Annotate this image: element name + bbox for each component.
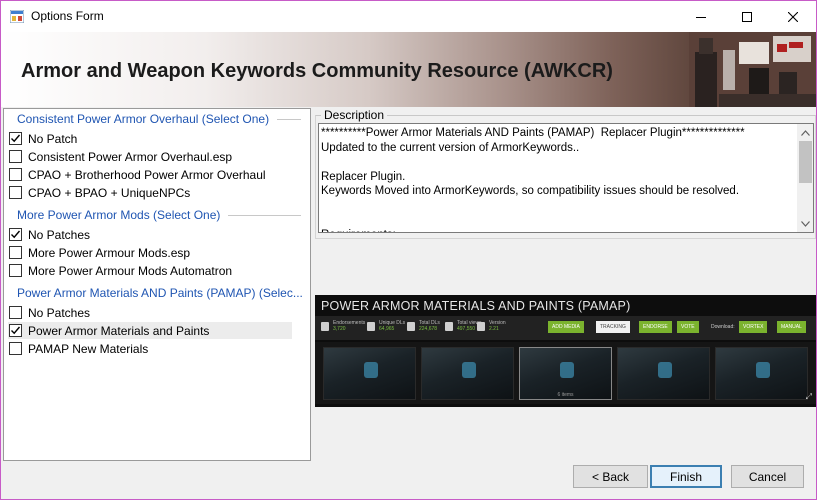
group-header-mpam: More Power Armor Mods (Select One): [17, 207, 301, 223]
checkbox[interactable]: [9, 306, 22, 319]
option-no-patch[interactable]: No Patch: [8, 130, 292, 147]
header-banner: Armor and Weapon Keywords Community Reso…: [1, 32, 816, 107]
option-label: No Patches: [28, 305, 91, 320]
maximize-icon: [742, 11, 752, 22]
stat-unique-dls: Unique DLs 64,965: [367, 320, 405, 332]
option-pamap-new-materials[interactable]: PAMAP New Materials: [8, 340, 292, 357]
back-button[interactable]: < Back: [573, 465, 648, 488]
download-icon: [407, 321, 415, 331]
description-textbox[interactable]: **********Power Armor Materials AND Pain…: [318, 123, 814, 233]
chevron-up-icon: [801, 129, 810, 136]
document-icon: [477, 321, 485, 331]
add-media-button: ADD MEDIA: [548, 321, 584, 333]
stat-value: 224,678: [419, 326, 438, 332]
group-header-label: More Power Armor Mods (Select One): [17, 208, 221, 222]
mod-preview-image: POWER ARMOR MATERIALS AND PAINTS (PAMAP)…: [315, 295, 816, 407]
scroll-up-button[interactable]: [797, 124, 813, 141]
option-label: No Patches: [28, 227, 91, 242]
eye-icon: [445, 321, 453, 331]
description-scrollbar[interactable]: [797, 124, 813, 232]
thumbnail-glow: [364, 362, 378, 378]
option-label: Power Armor Materials and Paints: [28, 323, 210, 338]
thumbnail-glow: [658, 362, 672, 378]
vote-button: VOTE: [677, 321, 699, 333]
group-divider: [277, 118, 301, 120]
manual-button: MANUAL: [777, 321, 806, 333]
download-icon: [367, 321, 375, 331]
trophy-icon: [321, 321, 329, 331]
thumbnail-glow: [560, 362, 574, 378]
banner-title: Armor and Weapon Keywords Community Reso…: [21, 60, 613, 82]
scroll-down-button[interactable]: [797, 215, 813, 232]
checkmark-icon: [11, 134, 21, 143]
checkmark-icon: [11, 326, 21, 335]
group-header-label: Power Armor Materials AND Paints (PAMAP)…: [17, 286, 303, 300]
description-text: **********Power Armor Materials AND Pain…: [321, 127, 745, 232]
preview-stats-bar: Endorsements 3,720 Unique DLs 64,965 Total…: [315, 316, 816, 340]
checkbox[interactable]: [9, 168, 22, 181]
checkbox[interactable]: [9, 264, 22, 277]
option-mpam-esp[interactable]: More Power Armour Mods.esp: [8, 244, 292, 261]
option-cpao-bpao-uniquenpcs[interactable]: CPAO + BPAO + UniqueNPCs: [8, 184, 292, 201]
checkbox[interactable]: [9, 150, 22, 163]
stat-endorsements: Endorsements 3,720: [321, 320, 365, 332]
stat-version: Version 2.21: [477, 320, 506, 332]
minimize-button[interactable]: [678, 1, 724, 32]
option-label: CPAO + BPAO + UniqueNPCs: [28, 185, 191, 200]
thumbnail-glow: [462, 362, 476, 378]
stat-value: 3,720: [333, 326, 346, 332]
banner-artwork-image: [689, 32, 816, 107]
description-label: Description: [321, 108, 388, 122]
chevron-down-icon: [801, 220, 810, 227]
option-label: PAMAP New Materials: [28, 341, 149, 356]
group-header-cpao: Consistent Power Armor Overhaul (Select …: [17, 111, 301, 127]
finish-button[interactable]: Finish: [650, 465, 722, 488]
option-label: No Patch: [28, 131, 78, 146]
app-icon: [10, 10, 24, 23]
minimize-icon: [696, 16, 706, 18]
endorse-button: ENDORSE: [639, 321, 672, 333]
option-label: Consistent Power Armor Overhaul.esp: [28, 149, 233, 164]
close-icon: [788, 11, 798, 22]
close-button[interactable]: [770, 1, 816, 32]
option-label: CPAO + Brotherhood Power Armor Overhaul: [28, 167, 266, 182]
checkbox[interactable]: [9, 324, 22, 337]
download-label: Download:: [711, 324, 735, 330]
option-cpao-bpao[interactable]: CPAO + Brotherhood Power Armor Overhaul: [8, 166, 292, 183]
checkbox[interactable]: [9, 132, 22, 145]
tracking-button: TRACKING: [596, 321, 630, 333]
checkbox[interactable]: [9, 186, 22, 199]
stat-total-views: Total views 497,550: [445, 320, 481, 332]
thumbnail-glow: [756, 362, 770, 378]
options-panel: Consistent Power Armor Overhaul (Select …: [3, 108, 311, 461]
option-no-patches-mpam[interactable]: No Patches: [8, 226, 292, 243]
scroll-thumb[interactable]: [799, 141, 812, 183]
window-title: Options Form: [31, 9, 104, 23]
stat-value: 64,965: [379, 326, 395, 332]
checkmark-icon: [11, 230, 21, 239]
checkbox[interactable]: [9, 246, 22, 259]
stat-total-dls: Total DLs 224,678: [407, 320, 440, 332]
option-label: More Power Armour Mods.esp: [28, 245, 191, 260]
checkbox[interactable]: [9, 228, 22, 241]
cancel-button[interactable]: Cancel: [731, 465, 804, 488]
maximize-button[interactable]: [724, 1, 770, 32]
preview-title: POWER ARMOR MATERIALS AND PAINTS (PAMAP): [321, 299, 631, 313]
option-cpao-esp[interactable]: Consistent Power Armor Overhaul.esp: [8, 148, 292, 165]
checkbox[interactable]: [9, 342, 22, 355]
group-header-label: Consistent Power Armor Overhaul (Select …: [17, 112, 270, 126]
options-form-window: Options Form Armor and Weapon Keywords C…: [0, 0, 817, 500]
stat-value: 2.21: [489, 326, 499, 332]
option-mpam-automatron[interactable]: More Power Armour Mods Automatron: [8, 262, 292, 279]
group-header-pamap: Power Armor Materials AND Paints (PAMAP)…: [17, 285, 303, 301]
vortex-button: VORTEX: [739, 321, 768, 333]
option-label: More Power Armour Mods Automatron: [28, 263, 233, 278]
title-bar[interactable]: Options Form: [1, 1, 816, 32]
option-pamap[interactable]: Power Armor Materials and Paints: [8, 322, 292, 339]
preview-items-count: 6 items: [557, 392, 574, 398]
group-divider: [228, 214, 301, 216]
option-no-patches-pamap[interactable]: No Patches: [8, 304, 292, 321]
